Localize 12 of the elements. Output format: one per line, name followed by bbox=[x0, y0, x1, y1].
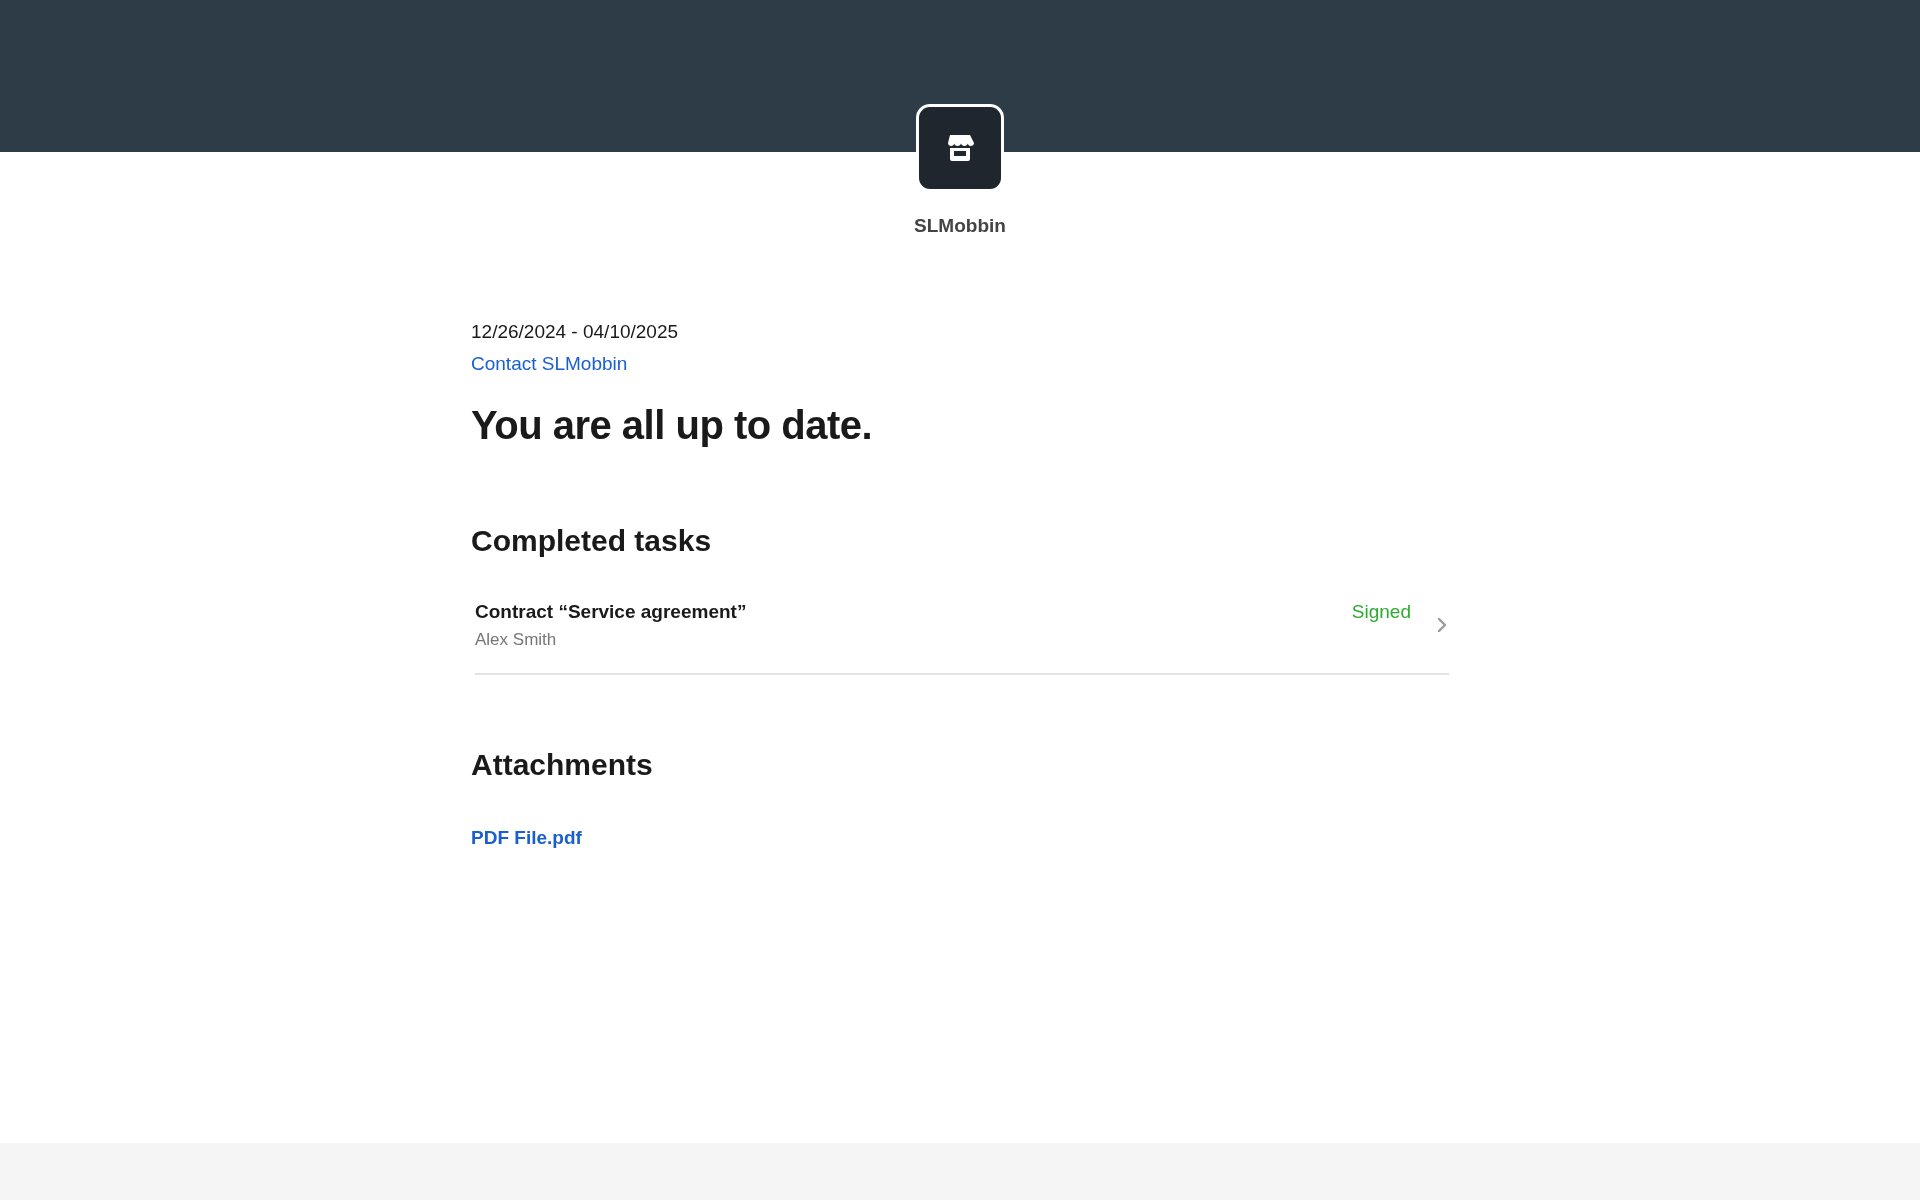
task-status: Signed bbox=[1351, 599, 1411, 624]
section-title: Attachments bbox=[471, 746, 654, 783]
status-heading: You are all up to date. bbox=[471, 401, 874, 449]
section-title: Completed tasks bbox=[471, 522, 713, 559]
brand-name: SLMobbin bbox=[914, 214, 1006, 238]
date-range: 12/26/2024 - 04/10/2025 bbox=[471, 319, 680, 344]
attachment-link[interactable]: PDF File.pdf bbox=[471, 826, 582, 848]
task-title: Contract “Service agreement” bbox=[475, 599, 748, 624]
task-row[interactable]: Contract “Service agreement” Alex Smith Signed bbox=[475, 598, 1449, 675]
task-signer: Alex Smith bbox=[475, 628, 558, 651]
chevron-right-icon bbox=[1437, 616, 1447, 633]
contact-link[interactable]: Contact SLMobbin bbox=[471, 352, 628, 374]
